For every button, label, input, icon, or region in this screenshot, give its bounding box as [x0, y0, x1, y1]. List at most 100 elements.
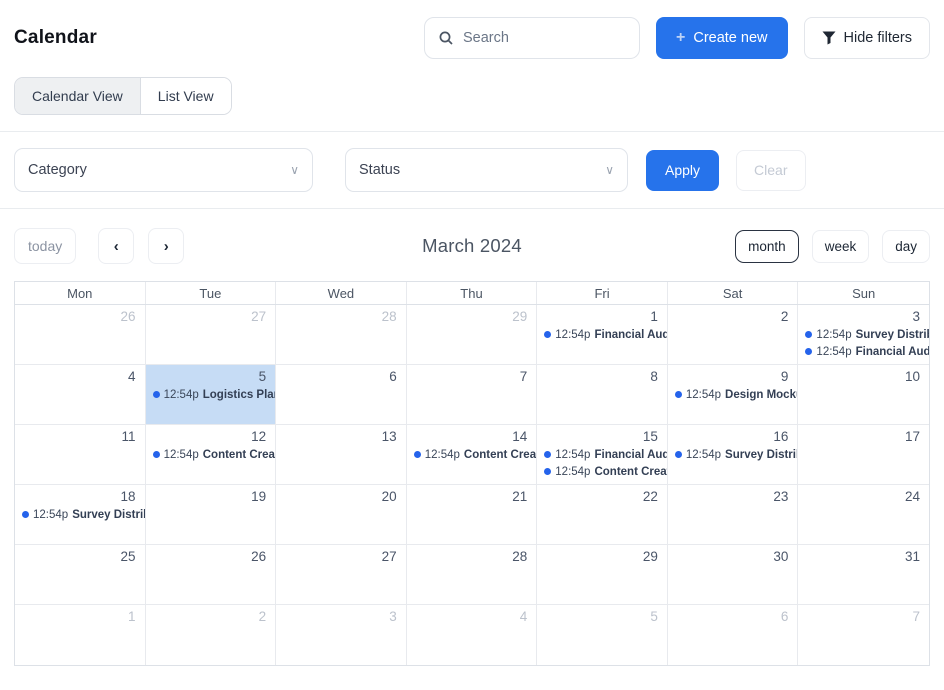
calendar-event[interactable]: 12:54pContent Creation	[407, 447, 537, 463]
filter-funnel-icon	[822, 31, 836, 45]
search-input[interactable]	[463, 30, 626, 46]
calendar-event[interactable]: 12:54pFinancial Audit	[798, 344, 929, 360]
calendar-day-cell[interactable]: 512:54pLogistics Planning	[146, 365, 277, 425]
day-number: 15	[537, 425, 667, 446]
calendar-event[interactable]: 12:54pSurvey Distribution	[798, 327, 929, 343]
calendar-day-cell[interactable]: 2	[668, 305, 799, 365]
day-number: 27	[276, 545, 406, 566]
calendar-day-cell[interactable]: 27	[276, 545, 407, 605]
event-dot-icon	[22, 511, 29, 518]
calendar-day-cell[interactable]: 22	[537, 485, 668, 545]
calendar-day-cell[interactable]: 30	[668, 545, 799, 605]
calendar-day-cell[interactable]: 19	[146, 485, 277, 545]
event-time: 12:54p	[555, 327, 590, 343]
day-of-week-label: Sun	[798, 282, 929, 304]
calendar-day-cell[interactable]: 4	[15, 365, 146, 425]
calendar-day-cell[interactable]: 25	[15, 545, 146, 605]
day-number: 26	[146, 545, 276, 566]
header-actions: + Create new Hide filters	[424, 17, 930, 59]
calendar-day-cell[interactable]: 7	[407, 365, 538, 425]
day-number: 7	[798, 605, 929, 626]
calendar-day-cell[interactable]: 10	[798, 365, 929, 425]
day-number: 20	[276, 485, 406, 506]
calendar-day-cell[interactable]: 31	[798, 545, 929, 605]
day-number: 24	[798, 485, 929, 506]
event-title: Financial Audit	[594, 327, 666, 343]
view-month-button[interactable]: month	[735, 230, 799, 263]
event-title: Content Creation	[203, 447, 275, 463]
calendar-day-cell[interactable]: 1512:54pFinancial Audit12:54pContent Cre…	[537, 425, 668, 485]
event-dot-icon	[544, 468, 551, 475]
next-month-button[interactable]: ›	[148, 228, 184, 264]
calendar-day-cell[interactable]: 6	[668, 605, 799, 665]
day-number: 12	[146, 425, 276, 446]
calendar-day-cell[interactable]: 13	[276, 425, 407, 485]
calendar-event[interactable]: 12:54pLogistics Planning	[146, 387, 276, 403]
tab-calendar-view[interactable]: Calendar View	[15, 78, 140, 114]
calendar-day-cell[interactable]: 26	[15, 305, 146, 365]
clear-button[interactable]: Clear	[736, 150, 805, 191]
today-button[interactable]: today	[14, 228, 76, 264]
calendar-day-cell[interactable]: 2	[146, 605, 277, 665]
day-number: 28	[276, 305, 406, 326]
calendar-day-cell[interactable]: 4	[407, 605, 538, 665]
calendar-day-cell[interactable]: 28	[276, 305, 407, 365]
event-dot-icon	[805, 348, 812, 355]
day-of-week-label: Fri	[537, 282, 668, 304]
search-box[interactable]	[424, 17, 640, 59]
calendar-day-cell[interactable]: 17	[798, 425, 929, 485]
calendar-day-cell[interactable]: 312:54pSurvey Distribution12:54pFinancia…	[798, 305, 929, 365]
tab-list-view[interactable]: List View	[140, 78, 231, 114]
calendar-day-cell[interactable]: 1412:54pContent Creation	[407, 425, 538, 485]
calendar-event[interactable]: 12:54pSurvey Distribution	[15, 507, 145, 523]
day-number: 5	[146, 365, 276, 386]
day-number: 25	[15, 545, 145, 566]
event-title: Content Creation	[464, 447, 536, 463]
calendar-day-cell[interactable]: 27	[146, 305, 277, 365]
day-number: 10	[798, 365, 929, 386]
day-number: 2	[146, 605, 276, 626]
calendar-week-row: 111212:54pContent Creation131412:54pCont…	[15, 425, 929, 485]
day-number: 31	[798, 545, 929, 566]
day-number: 26	[15, 305, 145, 326]
calendar-event[interactable]: 12:54pContent Creation	[537, 464, 667, 480]
create-new-button[interactable]: + Create new	[656, 17, 788, 59]
calendar-day-cell[interactable]: 3	[276, 605, 407, 665]
prev-month-button[interactable]: ‹	[98, 228, 134, 264]
view-week-button[interactable]: week	[812, 230, 870, 263]
calendar-event[interactable]: 12:54pFinancial Audit	[537, 447, 667, 463]
calendar-day-cell[interactable]: 1212:54pContent Creation	[146, 425, 277, 485]
calendar-day-cell[interactable]: 1812:54pSurvey Distribution	[15, 485, 146, 545]
calendar-day-cell[interactable]: 11	[15, 425, 146, 485]
calendar-day-cell[interactable]: 24	[798, 485, 929, 545]
event-title: Survey Distribution	[856, 327, 929, 343]
category-select[interactable]: Category ∨	[14, 148, 313, 192]
calendar-day-cell[interactable]: 21	[407, 485, 538, 545]
calendar-day-cell[interactable]: 1612:54pSurvey Distribution	[668, 425, 799, 485]
calendar-day-cell[interactable]: 1	[15, 605, 146, 665]
calendar-day-cell[interactable]: 7	[798, 605, 929, 665]
status-select-value: Status	[359, 162, 400, 178]
calendar-event[interactable]: 12:54pFinancial Audit	[537, 327, 667, 343]
calendar-event[interactable]: 12:54pSurvey Distribution	[668, 447, 798, 463]
calendar-day-cell[interactable]: 8	[537, 365, 668, 425]
apply-button[interactable]: Apply	[646, 150, 719, 191]
calendar-event[interactable]: 12:54pContent Creation	[146, 447, 276, 463]
calendar-event[interactable]: 12:54pDesign Mockups	[668, 387, 798, 403]
event-time: 12:54p	[686, 387, 721, 403]
calendar-day-cell[interactable]: 20	[276, 485, 407, 545]
day-number: 3	[798, 305, 929, 326]
calendar-day-cell[interactable]: 28	[407, 545, 538, 605]
view-day-button[interactable]: day	[882, 230, 930, 263]
calendar-day-cell[interactable]: 23	[668, 485, 799, 545]
calendar-day-cell[interactable]: 112:54pFinancial Audit	[537, 305, 668, 365]
calendar-day-cell[interactable]: 29	[537, 545, 668, 605]
status-select[interactable]: Status ∨	[345, 148, 628, 192]
calendar-day-cell[interactable]: 26	[146, 545, 277, 605]
calendar-day-cell[interactable]: 6	[276, 365, 407, 425]
calendar-day-cell[interactable]: 5	[537, 605, 668, 665]
calendar-day-cell[interactable]: 29	[407, 305, 538, 365]
calendar-day-cell[interactable]: 912:54pDesign Mockups	[668, 365, 799, 425]
day-number: 17	[798, 425, 929, 446]
hide-filters-button[interactable]: Hide filters	[804, 17, 931, 59]
